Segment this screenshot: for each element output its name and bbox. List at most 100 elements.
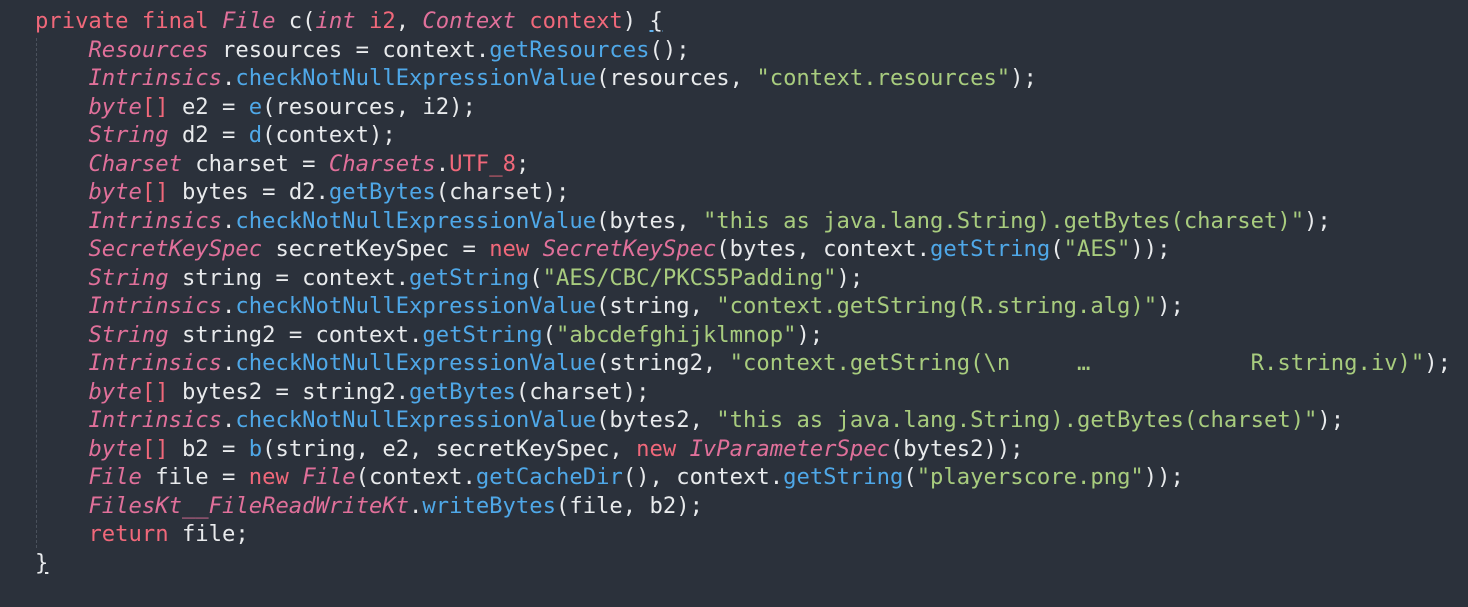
code-token: secretKeySpec =	[262, 236, 490, 262]
code-editor[interactable]: private final File c(int i2, Context con…	[0, 0, 1468, 607]
code-line: }	[35, 549, 1468, 578]
code-line: byte[] b2 = b(string, e2, secretKeySpec,…	[35, 435, 1468, 464]
code-token: .	[222, 293, 236, 319]
code-token: getString	[409, 264, 530, 291]
code-token: writeBytes	[422, 492, 556, 519]
code-token: checkNotNullExpressionValue	[235, 350, 597, 376]
code-token: byte	[88, 435, 142, 462]
code-token: d	[248, 122, 263, 148]
code-line: String d2 = d(context);	[35, 121, 1468, 150]
code-token: bytes = d2.	[168, 179, 329, 205]
code-token: Intrinsics	[88, 293, 223, 319]
code-line: Intrinsics.checkNotNullExpressionValue(s…	[35, 349, 1468, 378]
code-token: (bytes, context.	[716, 236, 931, 262]
code-token: );	[1424, 350, 1451, 376]
code-token: UTF_8	[449, 150, 516, 177]
code-token: new	[636, 435, 690, 462]
code-token: (), context.	[622, 464, 784, 490]
code-token: e2 =	[168, 93, 249, 120]
code-token: "context.getString(\n … R.string.iv)"	[729, 350, 1425, 376]
code-token: checkNotNullExpressionValue	[235, 207, 597, 234]
code-token: return	[88, 521, 169, 547]
code-token: String	[88, 264, 169, 291]
code-token: (string,	[596, 293, 717, 319]
code-token: []	[141, 93, 169, 120]
code-token: (	[542, 321, 556, 348]
code-token: getBytes	[328, 179, 436, 205]
code-token: )	[622, 8, 650, 34]
code-token: private final	[35, 8, 223, 34]
code-token: byte	[88, 179, 142, 205]
code-token: );	[796, 321, 824, 348]
code-token: Intrinsics	[88, 207, 223, 234]
code-line: Charset charset = Charsets.UTF_8;	[35, 150, 1468, 179]
code-token: (	[529, 264, 543, 291]
code-token: []	[141, 378, 169, 405]
code-token: (	[903, 464, 917, 490]
code-line: Intrinsics.checkNotNullExpressionValue(b…	[35, 207, 1468, 236]
code-token: );	[836, 264, 864, 291]
code-token: );	[1157, 293, 1184, 319]
code-token: getString	[422, 321, 543, 348]
code-token: ));	[1143, 464, 1184, 490]
code-line: return file;	[35, 520, 1468, 549]
code-token: context	[529, 8, 623, 34]
code-token: .	[222, 65, 236, 91]
code-token: i2	[368, 8, 396, 34]
code-token: FilesKt__FileReadWriteKt	[88, 492, 410, 519]
code-token: string2 = context.	[168, 321, 423, 348]
code-token: []	[141, 435, 169, 462]
code-token: string = context.	[168, 264, 410, 291]
code-token: d2 =	[168, 122, 249, 148]
code-token: int	[315, 8, 356, 34]
code-token: (bytes2));	[889, 435, 1024, 462]
code-token: checkNotNullExpressionValue	[235, 293, 597, 319]
code-token: ();	[649, 36, 690, 63]
code-token: b	[248, 435, 263, 462]
code-line: private final File c(int i2, Context con…	[35, 7, 1468, 36]
code-token: getResources	[489, 36, 650, 63]
code-token: checkNotNullExpressionValue	[235, 407, 597, 433]
code-token: Intrinsics	[88, 407, 223, 433]
code-token: File	[222, 8, 276, 34]
code-token: {	[649, 8, 663, 34]
code-token: Context	[422, 8, 516, 34]
code-token: Intrinsics	[88, 65, 223, 91]
code-token: (resources,	[596, 65, 757, 91]
code-line: Resources resources = context.getResourc…	[35, 36, 1468, 65]
code-token: new	[248, 464, 303, 490]
code-token: ,	[395, 8, 423, 34]
code-token: Resources	[88, 36, 209, 63]
code-line: SecretKeySpec secretKeySpec = new Secret…	[35, 235, 1468, 264]
code-token: byte	[88, 378, 142, 405]
code-token: b2 =	[168, 435, 249, 462]
code-token: getString	[930, 236, 1051, 262]
code-token: );	[1010, 65, 1037, 91]
code-token: []	[141, 179, 169, 205]
code-token: String	[88, 321, 169, 348]
code-token: file;	[168, 521, 249, 547]
code-token: .	[222, 207, 236, 234]
code-token: );	[1304, 207, 1331, 234]
code-token: );	[1317, 407, 1345, 433]
code-token: .	[409, 492, 423, 519]
code-token: Charsets	[328, 150, 436, 177]
code-line: byte[] e2 = e(resources, i2);	[35, 93, 1468, 122]
code-token: .	[435, 150, 450, 177]
code-token: (string2,	[596, 350, 730, 376]
code-token: "this as java.lang.String).getBytes(char…	[702, 207, 1305, 234]
code-line: Intrinsics.checkNotNullExpressionValue(b…	[35, 406, 1468, 435]
code-token: SecretKeySpec	[542, 236, 717, 262]
